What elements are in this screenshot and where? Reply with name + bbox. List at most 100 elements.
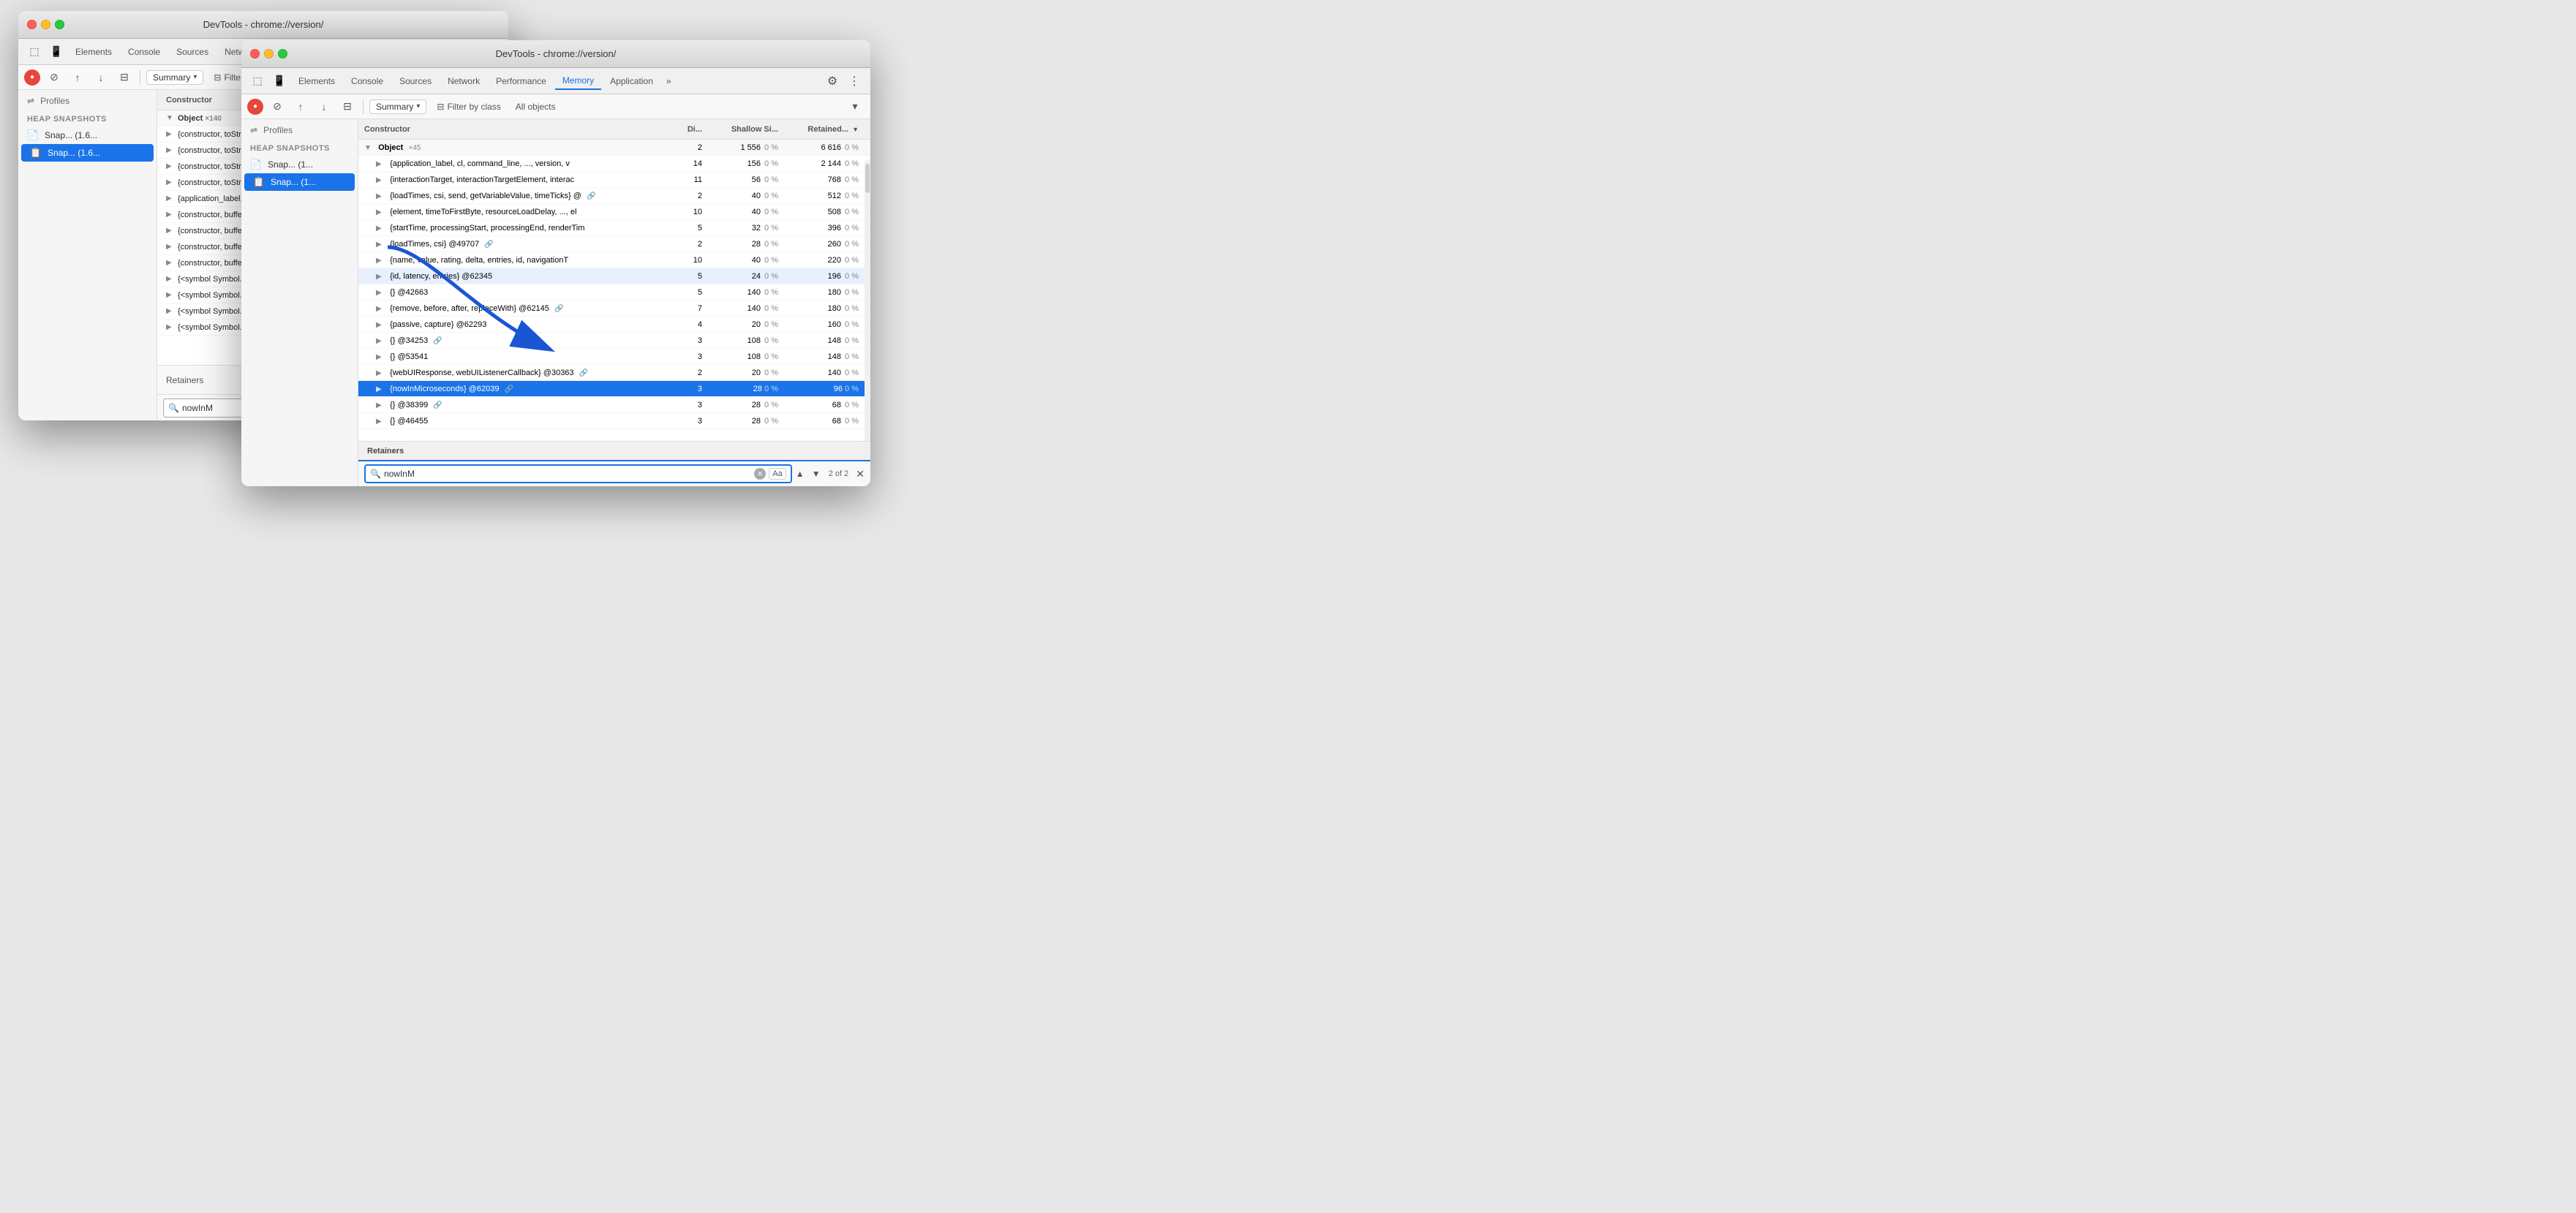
retainers-label-2: Retainers	[367, 447, 404, 456]
search-area-2: 🔍 ✕ Aa ▲ ▼ 2 of 2 ✕	[358, 460, 870, 486]
search-close-button[interactable]: ✕	[856, 468, 865, 480]
maximize-button-1[interactable]	[55, 20, 64, 29]
inspect-icon-2[interactable]: ⬚	[247, 71, 268, 91]
search-case-button[interactable]: Aa	[769, 468, 786, 480]
close-button-2[interactable]	[250, 49, 260, 58]
row-empty1[interactable]: ▶ {} @42663 5 140 0 % 180 0 %	[358, 284, 870, 301]
stop-button-2[interactable]: ⊘	[268, 97, 287, 116]
search-prev-button[interactable]: ▲	[792, 466, 808, 482]
row-object[interactable]: ▼ Object ×45 2 1 556 0 % 6 616 0 %	[358, 140, 870, 156]
download-button-2[interactable]: ↓	[315, 97, 334, 116]
summary-dropdown-2[interactable]: Summary ▾	[369, 99, 426, 114]
col-header-constructor[interactable]: Constructor	[364, 125, 667, 134]
heap-item-2-1[interactable]: 📄 Snap... (1...	[241, 156, 358, 173]
sidebar-2: ⇌ Profiles Heap snapshots 📄 Snap... (1..…	[241, 119, 358, 486]
row-webui[interactable]: ▶ {webUIResponse, webUIListenerCallback}…	[358, 365, 870, 381]
filter-icon-2: ⊟	[437, 102, 444, 112]
heap-icon-2-1: 📄	[250, 159, 262, 170]
retainers-section-2: Retainers	[358, 441, 870, 460]
row-app-label[interactable]: ▶ {application_label, cl, command_line, …	[358, 156, 870, 172]
window-title-2: DevTools - chrome://version/	[496, 48, 617, 59]
summary-dropdown-1[interactable]: Summary ▾	[146, 70, 203, 85]
row-id-latency[interactable]: ▶ {id, latency, entries} @62345 5 24 0 %…	[358, 268, 870, 284]
scrollbar-track[interactable]	[865, 160, 870, 441]
heap-snapshots-header-2: Heap snapshots	[241, 138, 358, 156]
col-header-shallow[interactable]: Shallow Si...	[711, 125, 784, 134]
upload-button-1[interactable]: ↑	[68, 68, 87, 87]
search-clear-button[interactable]: ✕	[754, 468, 766, 480]
constructor-header-label-1: Constructor	[166, 96, 212, 105]
constructor-area-2[interactable]: ▼ Object ×45 2 1 556 0 % 6 616 0 % ▶ {ap…	[358, 140, 870, 441]
tab-network-2[interactable]: Network	[440, 73, 487, 89]
heap-item-2-2[interactable]: 📋 Snap... (1...	[244, 173, 355, 191]
maximize-button-2[interactable]	[278, 49, 287, 58]
tab-more-2[interactable]: »	[662, 73, 676, 89]
search-count: 2 of 2	[829, 469, 849, 478]
device-icon-2[interactable]: 📱	[269, 71, 290, 91]
row-empty4[interactable]: ▶ {} @38399 🔗 3 28 0 % 68 0 %	[358, 397, 870, 413]
filter-label-2: Filter by class	[447, 102, 500, 112]
settings-icon-2[interactable]: ⚙	[822, 71, 843, 91]
row-interaction-target[interactable]: ▶ {interactionTarget, interactionTargetE…	[358, 172, 870, 188]
retainers-label-1: Retainers	[166, 375, 203, 385]
download-button-1[interactable]: ↓	[91, 68, 110, 87]
row-loadtimes-csi[interactable]: ▶ {loadTimes, csi, send, getVariableValu…	[358, 188, 870, 204]
col-header-distance[interactable]: Di...	[667, 125, 711, 134]
tab-console-1[interactable]: Console	[121, 44, 167, 60]
row-empty3[interactable]: ▶ {} @53541 3 108 0 % 148 0 %	[358, 349, 870, 365]
inspect-icon-1[interactable]: ⬚	[24, 42, 45, 62]
tab-console-2[interactable]: Console	[344, 73, 391, 89]
row-loadtimes-csi2[interactable]: ▶ {loadTimes, csi} @49707 🔗 2 28 0 % 260…	[358, 236, 870, 252]
traffic-lights-1	[27, 20, 64, 29]
row-starttime[interactable]: ▶ {startTime, processingStart, processin…	[358, 220, 870, 236]
device-icon-1[interactable]: 📱	[46, 42, 67, 62]
row-nowinmicroseconds[interactable]: ▶ {nowInMicroseconds} @62039 🔗 3 28 0 % …	[358, 381, 870, 397]
tab-memory-2[interactable]: Memory	[555, 72, 601, 90]
row-name-value[interactable]: ▶ {name, value, rating, delta, entries, …	[358, 252, 870, 268]
heap-icon-1-1: 📄	[27, 129, 39, 141]
content-area-2: ⇌ Profiles Heap snapshots 📄 Snap... (1..…	[241, 119, 870, 486]
record-button-1[interactable]: ●	[24, 69, 40, 86]
stop-button-1[interactable]: ⊘	[45, 68, 64, 87]
search-input-2[interactable]	[384, 469, 754, 479]
close-button-1[interactable]	[27, 20, 37, 29]
traffic-lights-2	[250, 49, 287, 58]
filter-button-2[interactable]: ⊟ Filter by class	[431, 100, 506, 113]
profiles-label-1: Profiles	[40, 96, 69, 106]
record-button-2[interactable]: ●	[247, 99, 263, 115]
minimize-button-1[interactable]	[41, 20, 50, 29]
tab-elements-2[interactable]: Elements	[291, 73, 342, 89]
heap-item-1-2[interactable]: 📋 Snap... (1.6...	[21, 144, 154, 162]
heap-item-label-2-1: Snap... (1...	[268, 159, 313, 170]
row-empty5[interactable]: ▶ {} @46455 3 28 0 % 68 0 %	[358, 413, 870, 429]
row-element-time[interactable]: ▶ {element, timeToFirstByte, resourceLoa…	[358, 204, 870, 220]
tabbar-2: ⬚ 📱 Elements Console Sources Network Per…	[241, 68, 870, 94]
row-empty2[interactable]: ▶ {} @34253 🔗 3 108 0 % 148 0 %	[358, 333, 870, 349]
row-remove-before[interactable]: ▶ {remove, before, after, replaceWith} @…	[358, 301, 870, 317]
tab-sources-2[interactable]: Sources	[392, 73, 439, 89]
filter-down-icon-2[interactable]: ▾	[846, 97, 865, 116]
col-header-retained[interactable]: Retained... ▼	[784, 125, 865, 134]
scrollbar-thumb[interactable]	[865, 164, 870, 193]
search-next-button[interactable]: ▼	[808, 466, 824, 482]
expand-arrow-1: ▼	[166, 114, 175, 122]
upload-button-2[interactable]: ↑	[291, 97, 310, 116]
heap-icon-1-2: 📋	[30, 147, 42, 159]
sidebar-1: ⇌ Profiles Heap snapshots 📄 Snap... (1.6…	[18, 90, 157, 420]
minimize-button-2[interactable]	[264, 49, 274, 58]
collect-button-2[interactable]: ⊟	[338, 97, 357, 116]
search-input-wrap-2[interactable]: 🔍 ✕ Aa	[364, 464, 792, 483]
filter-icon-1: ⊟	[214, 72, 221, 83]
heap-item-1-1[interactable]: 📄 Snap... (1.6...	[18, 126, 157, 144]
tab-performance-2[interactable]: Performance	[489, 73, 554, 89]
collect-button-1[interactable]: ⊟	[115, 68, 134, 87]
more-icon-2[interactable]: ⋮	[844, 71, 865, 91]
summary-label-2: Summary	[376, 102, 413, 112]
all-objects-btn-2[interactable]: All objects	[511, 100, 560, 113]
tab-elements-1[interactable]: Elements	[68, 44, 119, 60]
tab-application-2[interactable]: Application	[603, 73, 660, 89]
dropdown-arrow-1: ▾	[193, 73, 197, 81]
heap-item-label-1-1: Snap... (1.6...	[45, 130, 97, 140]
tab-sources-1[interactable]: Sources	[169, 44, 216, 60]
row-passive-capture[interactable]: ▶ {passive, capture} @62293 4 20 0 % 160…	[358, 317, 870, 333]
